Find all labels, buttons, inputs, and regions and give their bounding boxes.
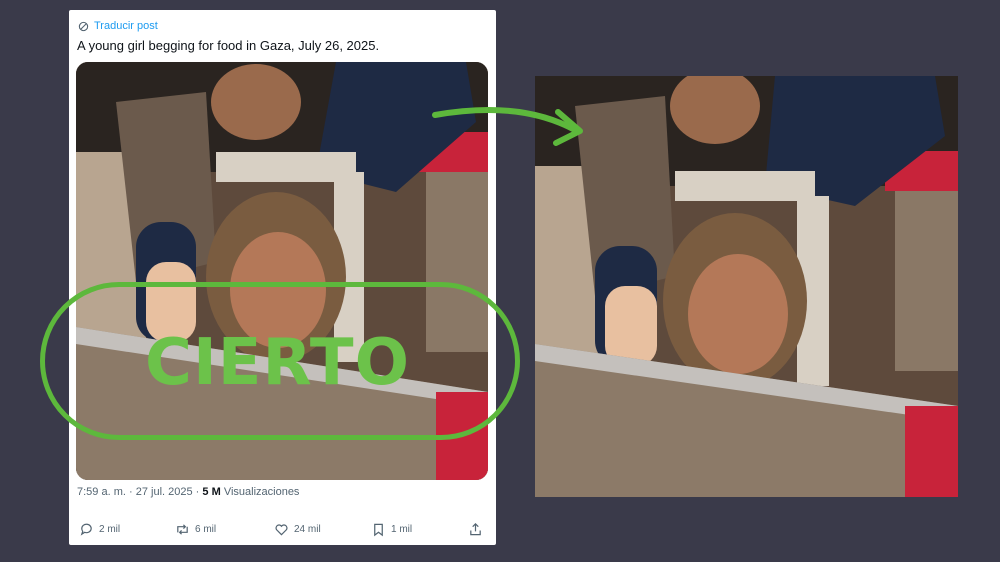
share-icon — [470, 523, 481, 536]
tweet-text: A young girl begging for food in Gaza, J… — [77, 38, 380, 53]
bookmark-icon — [374, 523, 383, 537]
like-button[interactable]: 24 mil — [274, 522, 321, 537]
share-button[interactable] — [468, 522, 483, 537]
tweet-card: Traducir post A young girl begging for f… — [69, 10, 496, 545]
comparison-photo — [535, 76, 958, 497]
repost-button[interactable]: 6 mil — [175, 522, 216, 537]
like-count: 24 mil — [294, 524, 321, 535]
reply-button[interactable]: 2 mil — [79, 522, 120, 537]
views-label: Visualizaciones — [223, 486, 300, 498]
translate-icon — [78, 21, 89, 31]
reply-count: 2 mil — [99, 524, 121, 535]
tweet-meta: 7:59 a. m. · 27 jul. 2025 · 5 M Visualiz… — [77, 486, 299, 498]
repost-count: 6 mil — [195, 524, 217, 535]
like-icon — [275, 524, 288, 536]
tweet-date[interactable]: 27 jul. 2025 — [136, 486, 193, 498]
translate-post-link[interactable]: Traducir post — [78, 20, 158, 32]
tweet-time[interactable]: 7:59 a. m. — [77, 486, 126, 498]
tweet-actions: 2 mil 6 mil 24 mil 1 mil — [69, 522, 496, 542]
repost-icon — [177, 524, 188, 535]
bookmark-count: 1 mil — [391, 524, 413, 535]
bookmark-button[interactable]: 1 mil — [371, 522, 412, 537]
verdict-label: CIERTO — [145, 326, 410, 400]
translate-post-label[interactable]: Traducir post — [94, 20, 158, 32]
photo-illustration — [535, 76, 958, 497]
reply-icon — [80, 523, 92, 536]
views-count: 5 M — [202, 486, 221, 498]
meta-separator: · — [128, 486, 136, 498]
